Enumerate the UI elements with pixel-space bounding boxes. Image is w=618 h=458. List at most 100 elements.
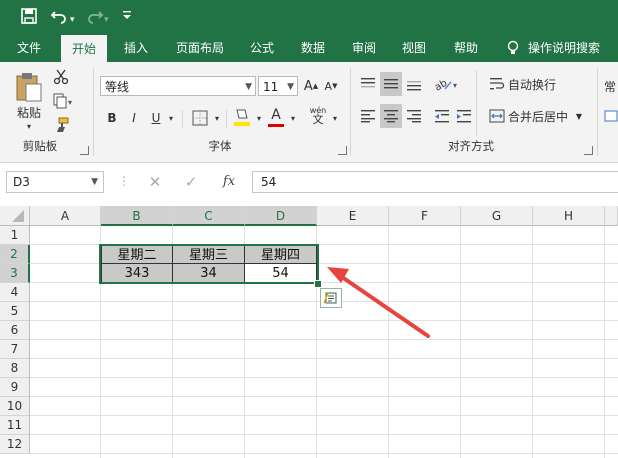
- align-left-icon[interactable]: [358, 106, 378, 126]
- row-header-4[interactable]: 4: [0, 283, 30, 302]
- top-align-icon[interactable]: [358, 74, 378, 94]
- tab-page-layout[interactable]: 页面布局: [168, 34, 232, 62]
- merge-center-icon[interactable]: [488, 106, 506, 126]
- clipboard-launcher-icon[interactable]: [80, 146, 89, 155]
- clipboard-group-label: 剪贴板: [22, 139, 58, 153]
- svg-text:▾: ▾: [453, 81, 457, 90]
- column-header-g[interactable]: G: [461, 206, 533, 226]
- row-header-10[interactable]: 10: [0, 397, 30, 416]
- fill-color-icon[interactable]: [232, 106, 252, 128]
- row-header-7[interactable]: 7: [0, 340, 30, 359]
- undo-dropdown-icon[interactable]: ▾: [70, 10, 75, 30]
- row-header-1[interactable]: 1: [0, 226, 30, 245]
- group-divider: [93, 68, 94, 156]
- insert-function-icon[interactable]: fx: [218, 173, 240, 191]
- row-header-5[interactable]: 5: [0, 302, 30, 321]
- font-launcher-icon[interactable]: [338, 146, 347, 155]
- number-format-combo[interactable]: 常: [604, 76, 618, 96]
- name-box[interactable]: D3 ▼: [6, 171, 104, 193]
- italic-button[interactable]: I: [126, 108, 142, 128]
- clipboard-paste-icon[interactable]: [12, 70, 46, 104]
- orientation-icon[interactable]: ab ▾: [432, 74, 462, 94]
- gridline: [30, 453, 618, 454]
- tell-me-search[interactable]: 操作说明搜索: [528, 34, 610, 62]
- row-header-2[interactable]: 2: [0, 245, 30, 264]
- font-size-combo[interactable]: 11 ▼: [258, 76, 298, 96]
- font-size-value: 11: [263, 80, 279, 94]
- bold-button[interactable]: B: [104, 108, 120, 128]
- wrap-text-icon[interactable]: [488, 74, 506, 94]
- tab-view[interactable]: 视图: [394, 34, 434, 62]
- cut-scissors-icon[interactable]: [52, 68, 70, 86]
- tab-file[interactable]: 文件: [8, 34, 50, 62]
- row-header-3[interactable]: 3: [0, 264, 30, 283]
- copy-icon[interactable]: ▾: [52, 92, 76, 110]
- customize-qat-icon[interactable]: [122, 8, 132, 29]
- row-header-8[interactable]: 8: [0, 359, 30, 378]
- font-color-dropdown-icon[interactable]: ▾: [288, 108, 298, 128]
- tab-insert[interactable]: 插入: [114, 34, 158, 62]
- align-center-icon[interactable]: [380, 104, 402, 128]
- phonetic-guide-button[interactable]: wén 文: [306, 104, 330, 126]
- tab-help[interactable]: 帮助: [446, 34, 486, 62]
- row-header-6[interactable]: 6: [0, 321, 30, 340]
- borders-icon[interactable]: [190, 108, 210, 128]
- tab-formulas[interactable]: 公式: [242, 34, 282, 62]
- tab-data[interactable]: 数据: [292, 34, 334, 62]
- bottom-align-icon[interactable]: [404, 74, 424, 94]
- borders-dropdown-icon[interactable]: ▾: [212, 108, 222, 128]
- decrease-indent-icon[interactable]: [432, 106, 452, 126]
- font-color-icon[interactable]: A: [266, 104, 286, 126]
- save-icon[interactable]: [20, 7, 38, 30]
- font-name-combo[interactable]: 等线 ▼: [100, 76, 256, 96]
- alignment-group-label: 对齐方式: [448, 139, 494, 153]
- decrease-font-size-button[interactable]: A ▼: [322, 76, 340, 96]
- align-right-icon[interactable]: [404, 106, 424, 126]
- row-header-12[interactable]: 12: [0, 435, 30, 454]
- phonetic-dropdown-icon[interactable]: ▾: [330, 108, 340, 128]
- cancel-icon[interactable]: ✕: [146, 173, 164, 191]
- gridline: [30, 358, 618, 359]
- select-all-button[interactable]: [0, 206, 30, 226]
- formula-input[interactable]: 54: [252, 171, 618, 193]
- column-header-a[interactable]: A: [30, 206, 101, 226]
- middle-align-icon[interactable]: [380, 72, 402, 96]
- increase-font-size-button[interactable]: A ▲: [302, 76, 320, 96]
- column-header-f[interactable]: F: [389, 206, 461, 226]
- alignment-launcher-icon[interactable]: [584, 146, 593, 155]
- name-box-value: D3: [13, 175, 30, 189]
- column-header-i[interactable]: [605, 206, 618, 226]
- lightbulb-icon[interactable]: [502, 34, 524, 62]
- column-header-e[interactable]: E: [317, 206, 389, 226]
- increase-indent-icon[interactable]: [454, 106, 474, 126]
- worksheet-grid[interactable]: A B C D E F G H 1 2 3 4 5 6 7 8 9 10 11 …: [0, 206, 618, 458]
- column-header-h[interactable]: H: [533, 206, 605, 226]
- fill-color-dropdown-icon[interactable]: ▾: [254, 108, 264, 128]
- column-header-c[interactable]: C: [173, 206, 245, 226]
- column-header-b[interactable]: B: [101, 206, 173, 226]
- paste-dropdown-icon[interactable]: ▾: [22, 120, 36, 132]
- merge-center-button[interactable]: 合并后居中: [508, 106, 570, 126]
- tab-review[interactable]: 审阅: [344, 34, 384, 62]
- enter-check-icon[interactable]: ✓: [182, 173, 200, 191]
- gridline: [30, 377, 618, 378]
- column-header-d[interactable]: D: [245, 206, 317, 226]
- underline-dropdown-icon[interactable]: ▾: [166, 108, 176, 128]
- underline-button[interactable]: U: [148, 108, 164, 128]
- merge-dropdown-icon[interactable]: ▼: [572, 106, 586, 126]
- redo-dropdown-icon[interactable]: ▾: [104, 10, 109, 30]
- row-header-11[interactable]: 11: [0, 416, 30, 435]
- chevron-down-icon[interactable]: ▼: [91, 172, 98, 192]
- chevron-down-icon[interactable]: ▼: [245, 77, 252, 97]
- wrap-text-button[interactable]: 自动换行: [508, 74, 568, 94]
- tab-home[interactable]: 开始: [61, 35, 107, 62]
- undo-icon[interactable]: [50, 7, 68, 30]
- chevron-down-icon[interactable]: ▼: [287, 77, 294, 97]
- svg-text:ab: ab: [433, 78, 449, 92]
- gridline: [604, 226, 605, 458]
- number-format-icon[interactable]: [604, 106, 618, 126]
- row-header-9[interactable]: 9: [0, 378, 30, 397]
- paste-button-label[interactable]: 粘贴: [12, 104, 46, 120]
- format-painter-icon[interactable]: [52, 116, 70, 134]
- redo-icon[interactable]: [86, 7, 104, 30]
